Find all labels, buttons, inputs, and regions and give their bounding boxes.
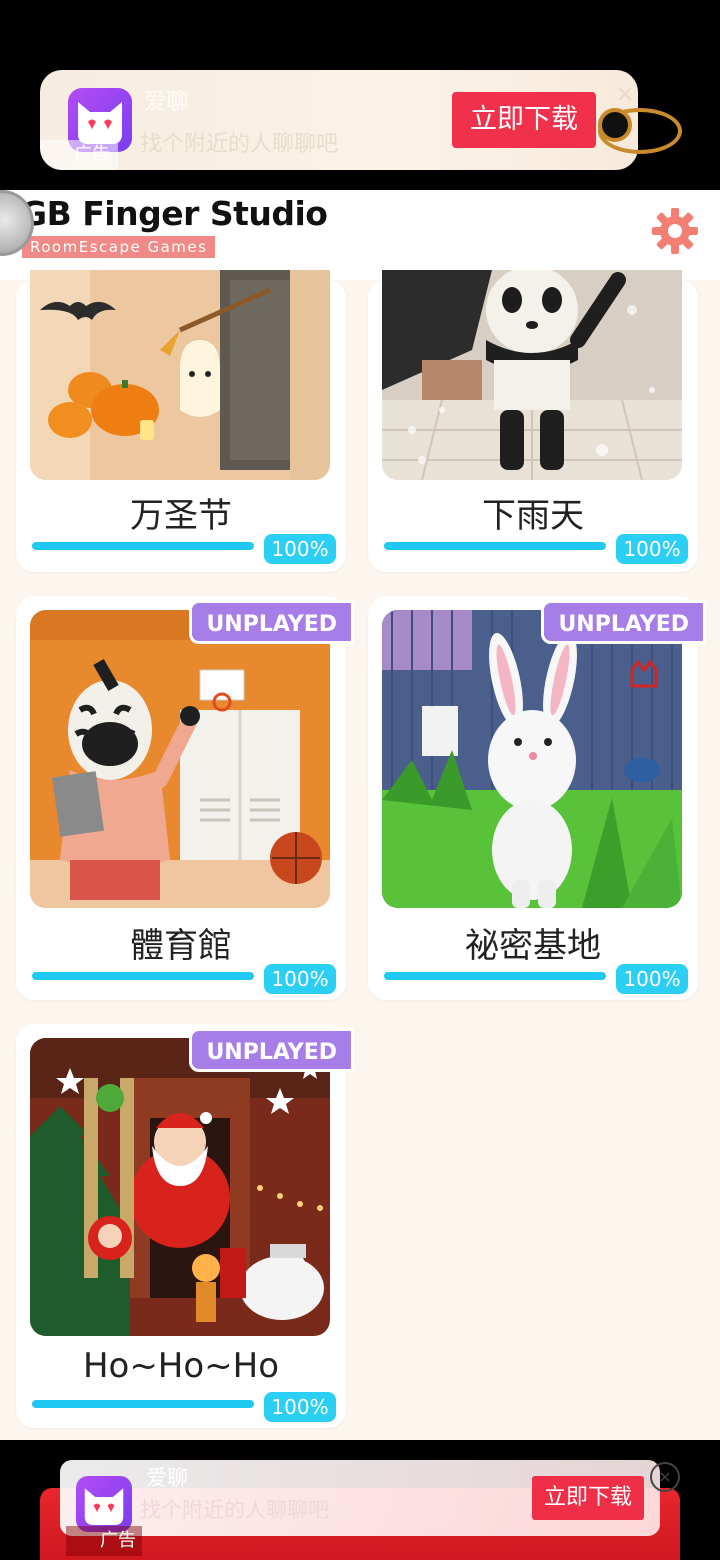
level-thumbnail <box>30 610 330 908</box>
ad-app-name: 爱聊 <box>146 1466 188 1490</box>
ad-app-name: 爱聊 <box>144 90 189 115</box>
level-title: 下雨天 <box>482 496 584 536</box>
brand-subtitle: RoomEscape Games <box>22 236 216 258</box>
download-button[interactable]: 立即下载 <box>532 1476 644 1520</box>
level-card-rainy[interactable]: 下雨天 100% <box>368 270 698 572</box>
unplayed-badge: UNPLAYED <box>189 1028 354 1072</box>
top-ad-banner[interactable]: 爱聊 找个附近的人聊聊吧 广告 立即下载 × <box>40 70 638 170</box>
ad-tag: 广告 <box>40 140 118 170</box>
progress-bar <box>384 542 606 550</box>
app-header: GB Finger Studio RoomEscape Games <box>0 190 720 280</box>
progress-badge: 100% <box>264 964 336 994</box>
progress-bar <box>32 1400 254 1408</box>
app-icon <box>76 1476 132 1532</box>
progress-bar <box>32 542 254 550</box>
brand-title: GB Finger Studio <box>20 194 328 233</box>
ad-app-description: 找个附近的人聊聊吧 <box>140 132 339 157</box>
progress-badge: 100% <box>616 534 688 564</box>
progress-badge: 100% <box>616 964 688 994</box>
unplayed-badge: UNPLAYED <box>541 600 706 644</box>
level-thumbnail <box>30 270 330 480</box>
level-title: Ho~Ho~Ho <box>82 1346 280 1386</box>
drag-handle[interactable] <box>598 108 632 142</box>
unplayed-badge: UNPLAYED <box>189 600 354 644</box>
level-card-halloween[interactable]: 万圣节 100% <box>16 270 346 572</box>
level-thumbnail <box>382 610 682 908</box>
level-thumbnail <box>30 1038 330 1336</box>
download-button[interactable]: 立即下载 <box>452 92 596 148</box>
ad-app-description: 找个附近的人聊聊吧 <box>140 1498 329 1522</box>
progress-bar <box>384 972 606 980</box>
level-card-secret-base[interactable]: UNPLAYED 祕密基地 100% <box>368 596 706 1000</box>
close-icon[interactable]: × <box>650 1462 680 1492</box>
progress-bar <box>32 972 254 980</box>
level-title: 祕密基地 <box>465 926 601 966</box>
progress-badge: 100% <box>264 534 336 564</box>
ad-tag: 广告 <box>66 1526 142 1556</box>
top-ad-area: 爱聊 找个附近的人聊聊吧 广告 立即下载 × <box>0 0 720 190</box>
level-card-christmas[interactable]: UNPLAYED Ho~Ho~Ho 100% <box>16 1024 354 1428</box>
level-title: 體育館 <box>130 926 232 966</box>
bottom-ad-area: 爱聊 找个附近的人聊聊吧 立即下载 × 广告 <box>0 1440 720 1560</box>
level-title: 万圣节 <box>130 496 232 536</box>
close-icon[interactable]: × <box>612 82 638 108</box>
level-thumbnail <box>382 270 682 480</box>
level-card-gym[interactable]: UNPLAYED 體育館 100% <box>16 596 354 1000</box>
bottom-ad-banner[interactable]: 爱聊 找个附近的人聊聊吧 立即下载 <box>60 1460 660 1536</box>
progress-badge: 100% <box>264 1392 336 1422</box>
gear-icon[interactable] <box>650 206 700 256</box>
